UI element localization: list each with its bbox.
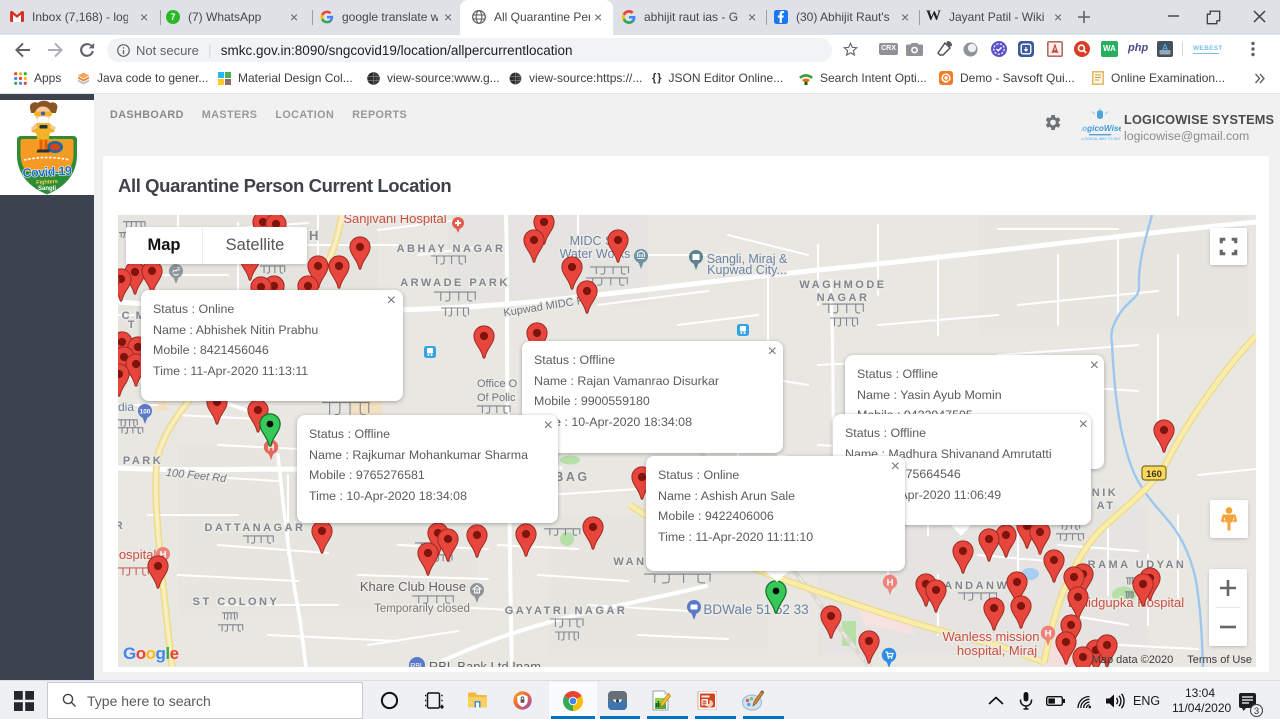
svg-text:RAMA UDYAN: RAMA UDYAN bbox=[1088, 559, 1187, 571]
svg-text:H: H bbox=[887, 577, 894, 588]
svg-text:Sanjivani Hospital: Sanjivani Hospital bbox=[343, 215, 446, 226]
svg-text:ARWADE PARK: ARWADE PARK bbox=[400, 277, 510, 289]
svg-text:A: A bbox=[1162, 43, 1169, 53]
svg-text:NIK: NIK bbox=[1092, 487, 1118, 499]
svg-text:Covid-19: Covid-19 bbox=[22, 164, 72, 181]
svg-text:PARK: PARK bbox=[123, 455, 163, 467]
svg-text:H: H bbox=[1045, 628, 1052, 639]
svg-text:BAG: BAG bbox=[554, 470, 589, 484]
svg-text:7: 7 bbox=[170, 12, 175, 22]
svg-text:RBL Bank Ltd Inam: RBL Bank Ltd Inam bbox=[429, 659, 541, 667]
svg-text:R: R bbox=[118, 520, 125, 532]
svg-text:AT: AT bbox=[1097, 500, 1116, 512]
svg-text:hospital, Miraj: hospital, Miraj bbox=[957, 643, 1037, 658]
svg-text:Office O: Office O bbox=[477, 378, 518, 390]
svg-text:Kupwad City...: Kupwad City... bbox=[707, 263, 787, 277]
svg-text:dia: dia bbox=[118, 400, 134, 414]
svg-text:Sangli: Sangli bbox=[38, 186, 56, 192]
svg-text:Of Polic: Of Polic bbox=[477, 392, 516, 404]
svg-text:Khare Club House: Khare Club House bbox=[360, 579, 466, 594]
svg-text:WAN: WAN bbox=[613, 556, 646, 568]
svg-text:WAGHMODE: WAGHMODE bbox=[799, 279, 886, 291]
svg-text:ST COLONY: ST COLONY bbox=[193, 596, 280, 608]
svg-text:100: 100 bbox=[140, 409, 151, 416]
svg-text:GAYATRI NAGAR: GAYATRI NAGAR bbox=[505, 605, 628, 617]
svg-text:LogicoWise: LogicoWise bbox=[1081, 124, 1121, 133]
svg-text:H: H bbox=[309, 228, 321, 243]
svg-text:RBL: RBL bbox=[410, 663, 424, 667]
svg-text:BDWale 51 52 33: BDWale 51 52 33 bbox=[703, 602, 808, 617]
svg-text:Temporarily closed: Temporarily closed bbox=[374, 603, 470, 615]
svg-text:Wanless mission: Wanless mission bbox=[942, 629, 1039, 644]
svg-text:Fighters: Fighters bbox=[36, 179, 58, 186]
svg-text:3: 3 bbox=[1254, 706, 1259, 717]
svg-text:ABHAY NAGAR: ABHAY NAGAR bbox=[397, 243, 506, 255]
svg-text:T: T bbox=[128, 319, 136, 331]
svg-text:A LOGICAL WAY TO GET: A LOGICAL WAY TO GET bbox=[1081, 137, 1121, 141]
svg-text:160: 160 bbox=[1146, 469, 1162, 480]
svg-text:NAGAR: NAGAR bbox=[817, 292, 870, 304]
svg-text:DATTANAGAR: DATTANAGAR bbox=[205, 522, 306, 534]
